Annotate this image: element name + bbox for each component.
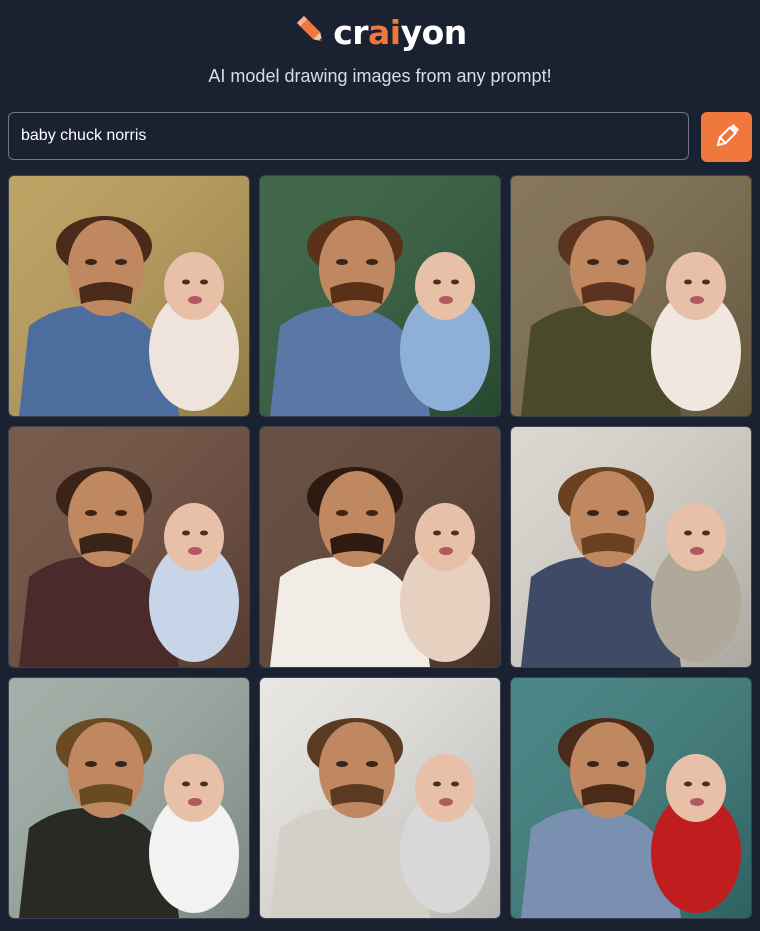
- result-image[interactable]: [8, 426, 250, 668]
- header: craiyon: [0, 0, 760, 64]
- search-bar: [8, 112, 752, 162]
- result-image[interactable]: [259, 175, 501, 417]
- logo-text-pre: cr: [333, 12, 369, 52]
- result-image[interactable]: [510, 677, 752, 919]
- prompt-input[interactable]: [8, 112, 689, 160]
- pencil-icon: [293, 12, 329, 53]
- draw-button[interactable]: [701, 112, 752, 162]
- result-image[interactable]: [8, 677, 250, 919]
- result-image[interactable]: [259, 426, 501, 668]
- result-image[interactable]: [8, 175, 250, 417]
- logo-text-accent: ai: [368, 12, 401, 52]
- result-image[interactable]: [259, 677, 501, 919]
- pencil-icon: [712, 121, 742, 154]
- craiyon-logo[interactable]: craiyon: [293, 12, 467, 53]
- result-image[interactable]: [510, 175, 752, 417]
- result-image[interactable]: [510, 426, 752, 668]
- logo-wordmark: craiyon: [333, 13, 467, 52]
- results-grid: [8, 175, 752, 919]
- logo-text-post: yon: [400, 12, 468, 52]
- tagline: AI model drawing images from any prompt!: [208, 66, 552, 86]
